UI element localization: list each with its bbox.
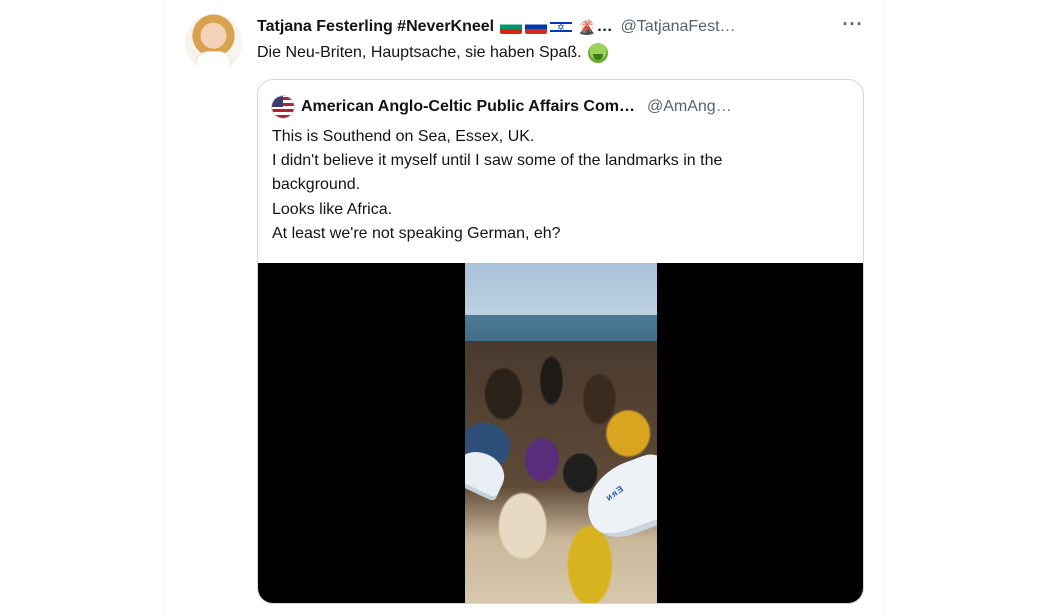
video-sky	[465, 263, 657, 323]
tweet[interactable]: Tatjana Festerling #NeverKneel 🌋 … @Tatj…	[165, 0, 883, 614]
author-display-name[interactable]: Tatjana Festerling #NeverKneel	[257, 18, 494, 36]
volcano-icon: 🌋	[578, 18, 596, 35]
more-options-icon[interactable]: ···	[841, 12, 865, 36]
quoted-tweet-header: American Anglo-Celtic Public Affairs Com…	[272, 96, 852, 118]
tweet-text: Die Neu-Briten, Hauptsache, sie haben Sp…	[257, 43, 608, 63]
tweet-text-content: Die Neu-Briten, Hauptsache, sie haben Sp…	[257, 44, 582, 61]
video-frame[interactable]: ᴎᴙƎ	[465, 263, 657, 603]
name-truncation: …	[596, 18, 613, 35]
russia-flag-icon	[525, 20, 548, 34]
quoted-text-line: background.	[272, 176, 361, 194]
name-flags	[500, 20, 573, 34]
bulgaria-flag-icon	[500, 20, 523, 34]
quoted-text-line: This is Southend on Sea, Essex, UK.	[272, 128, 535, 145]
us-flag-avatar-icon	[272, 96, 294, 118]
author-handle[interactable]: @TatjanaFest…	[621, 18, 736, 36]
quoted-text-line: At least we're not speaking German, eh?	[272, 224, 561, 242]
israel-flag-icon	[550, 20, 573, 34]
nauseated-face-icon	[587, 43, 608, 63]
quoted-text-line: Looks like Africa.	[272, 200, 393, 218]
video-player[interactable]: ᴎᴙƎ	[258, 263, 863, 603]
quoted-tweet[interactable]: American Anglo-Celtic Public Affairs Com…	[257, 79, 864, 604]
quoted-author-display-name: American Anglo-Celtic Public Affairs Com…	[301, 98, 635, 115]
avatar-shirt	[197, 52, 230, 71]
author-avatar[interactable]	[185, 14, 242, 71]
quoted-author-handle: @AmAng…	[646, 98, 732, 115]
quoted-text-line: I didn't believe it myself until I saw s…	[272, 152, 723, 170]
timeline-right-border	[883, 0, 884, 614]
tweet-header: Tatjana Festerling #NeverKneel 🌋 … @Tatj…	[257, 16, 857, 38]
quoted-tweet-text: This is Southend on Sea, Essex, UK. I di…	[272, 125, 852, 246]
